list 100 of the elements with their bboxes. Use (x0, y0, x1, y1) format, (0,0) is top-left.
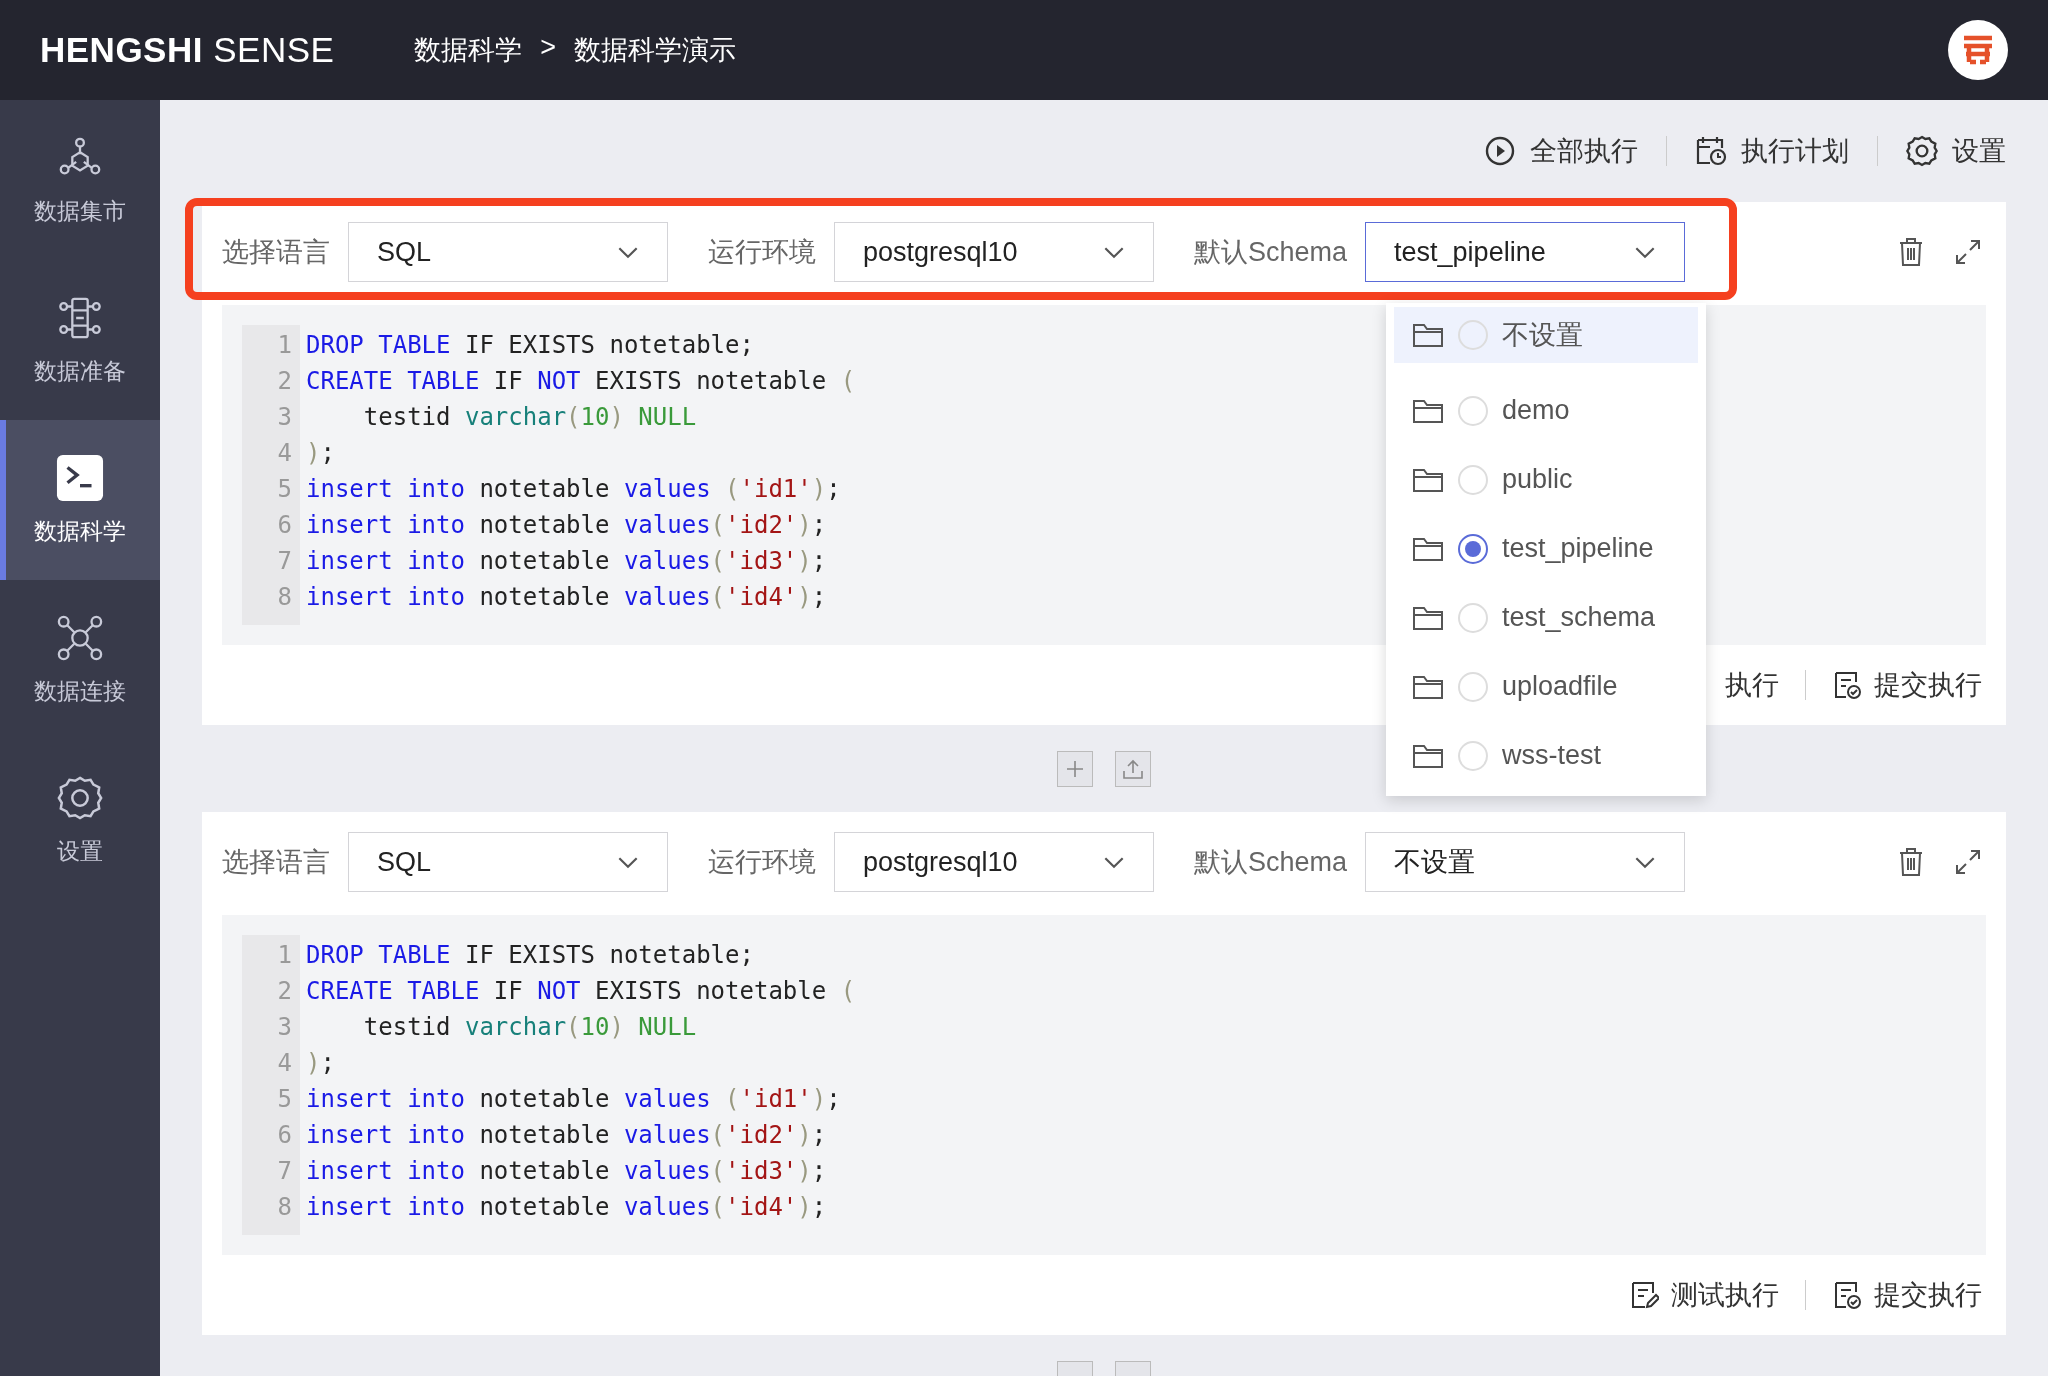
settings-icon (1906, 135, 1938, 167)
code-line: testid varchar(10) NULL (362, 402, 698, 433)
nodes-icon (57, 615, 103, 660)
code-line: CREATE TABLE IF NOT EXISTS notetable ( (306, 366, 856, 397)
line-number: 6 (276, 1120, 292, 1151)
network-icon (59, 137, 101, 174)
pipeline-icon (59, 297, 101, 338)
line-number: 8 (276, 582, 292, 613)
environment-select[interactable]: postgresql10 (834, 832, 1154, 892)
line-number: 5 (276, 474, 292, 505)
expand-icon[interactable] (1954, 238, 1982, 266)
breadcrumb-current: 数据科学演示 (574, 34, 737, 67)
field-label: 默认Schema (1194, 846, 1348, 879)
language-select[interactable]: SQL (348, 832, 668, 892)
plus-icon (1065, 758, 1085, 779)
chevron-down-icon (1634, 245, 1657, 259)
code-line: ); (306, 1048, 336, 1079)
sidebar-item[interactable]: 数据连接 (0, 580, 160, 740)
schema-option[interactable]: 不设置 (1394, 307, 1698, 363)
settings-icon (57, 775, 103, 820)
field-label: 选择语言 (222, 236, 330, 269)
app-logo: HENGSHI SENSE (40, 30, 335, 70)
language-select[interactable]: SQL (348, 222, 668, 282)
chevron-down-icon (1634, 855, 1657, 869)
line-number: 2 (276, 976, 292, 1007)
schema-select[interactable]: test_pipeline (1365, 222, 1686, 282)
chevron-down-icon (617, 245, 639, 259)
line-number: 7 (276, 1156, 292, 1187)
sidebar-item[interactable]: 数据集市 (0, 100, 160, 260)
sidebar-item[interactable]: 数据科学 (0, 420, 160, 580)
sidebar-item[interactable]: 数据准备 (0, 260, 160, 420)
test-run-button[interactable]: 执行 (1725, 667, 1779, 703)
trash-icon[interactable] (1898, 847, 1924, 877)
code-line: DROP TABLE IF EXISTS notetable; (306, 940, 755, 971)
line-number: 3 (276, 1012, 292, 1043)
toolbar-button[interactable]: 执行计划 (1667, 133, 1877, 169)
code-line: testid varchar(10) NULL (362, 1012, 698, 1043)
folder-icon (1412, 604, 1444, 631)
toolbar-button[interactable]: 全部执行 (1456, 133, 1666, 169)
schema-option[interactable]: uploadfile (1394, 652, 1698, 721)
line-number: 7 (276, 546, 292, 577)
add-button[interactable] (1057, 750, 1093, 787)
chevron-down-icon (1103, 245, 1125, 259)
schema-select[interactable]: 不设置 (1365, 832, 1686, 892)
code-line: DROP TABLE IF EXISTS notetable; (306, 330, 755, 361)
folder-icon (1412, 322, 1444, 348)
code-line: CREATE TABLE IF NOT EXISTS notetable ( (306, 976, 856, 1007)
folder-icon (1412, 466, 1444, 493)
terminal-icon (56, 454, 104, 501)
expand-icon[interactable] (1954, 848, 1982, 876)
upload-button[interactable] (1115, 750, 1151, 787)
line-number: 8 (276, 1192, 292, 1223)
schema-option[interactable]: test_schema (1394, 583, 1698, 652)
avatar-icon[interactable] (1948, 20, 2008, 80)
document-check-icon (1832, 670, 1862, 700)
line-number: 6 (276, 510, 292, 541)
test-run-button[interactable]: 测试执行 (1629, 1277, 1779, 1313)
trash-icon[interactable] (1898, 237, 1924, 267)
field-label: 默认Schema (1194, 236, 1348, 269)
submit-run-button[interactable]: 提交执行 (1832, 667, 1982, 703)
field-label: 运行环境 (708, 846, 816, 879)
schema-option[interactable]: demo (1394, 376, 1698, 445)
line-number: 4 (276, 1048, 292, 1079)
code-line: insert into notetable values('id4'); (306, 1192, 828, 1223)
code-line: insert into notetable values('id3'); (306, 1156, 828, 1187)
schema-option[interactable]: test_pipeline (1394, 514, 1698, 583)
schema-option[interactable]: wss-test (1394, 721, 1698, 790)
document-check-icon (1832, 1280, 1862, 1310)
sidebar-item[interactable]: 设置 (0, 740, 160, 900)
chevron-down-icon (1103, 855, 1125, 869)
breadcrumb-link[interactable]: 数据科学 (414, 32, 523, 68)
environment-select[interactable]: postgresql10 (834, 222, 1154, 282)
line-number: 1 (276, 330, 292, 361)
document-edit-icon (1629, 1280, 1659, 1310)
chevron-down-icon (617, 855, 639, 869)
folder-icon (1412, 397, 1444, 424)
code-line: insert into notetable values('id2'); (306, 1120, 828, 1151)
field-label: 选择语言 (222, 846, 330, 879)
line-number: 1 (276, 940, 292, 971)
folder-icon (1412, 742, 1444, 769)
folder-icon (1412, 535, 1444, 562)
code-line: insert into notetable values('id4'); (306, 582, 828, 613)
code-line: ); (306, 438, 336, 469)
line-number: 5 (276, 1084, 292, 1115)
code-line: insert into notetable values ('id1'); (306, 474, 842, 505)
line-number: 3 (276, 402, 292, 433)
folder-icon (1412, 673, 1444, 700)
field-label: 运行环境 (708, 236, 816, 269)
submit-run-button[interactable]: 提交执行 (1832, 1277, 1982, 1313)
schema-option[interactable]: public (1394, 445, 1698, 514)
code-line: insert into notetable values('id2'); (306, 510, 828, 541)
toolbar-button[interactable]: 设置 (1878, 133, 2006, 169)
code-line: insert into notetable values ('id1'); (306, 1084, 842, 1115)
breadcrumb-separator: > (540, 32, 557, 64)
radio-button[interactable] (1458, 533, 1488, 564)
upload-icon (1122, 757, 1144, 780)
code-line: insert into notetable values('id3'); (306, 546, 828, 577)
line-number: 4 (276, 438, 292, 469)
line-number: 2 (276, 366, 292, 397)
play-icon (1484, 135, 1516, 167)
